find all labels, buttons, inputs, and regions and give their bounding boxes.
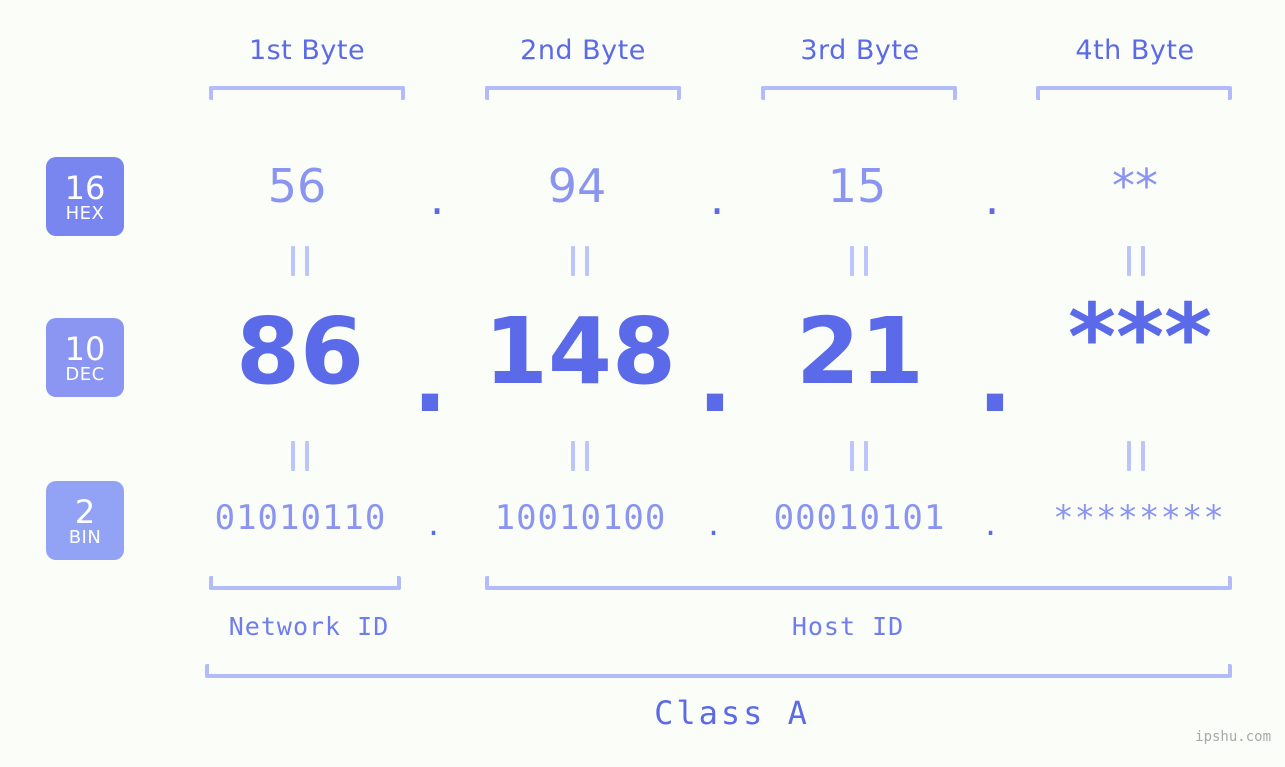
equals-mark-dec-bin-1	[291, 441, 309, 471]
dec-byte-1: 86	[235, 298, 365, 405]
dec-byte-2: 148	[483, 298, 677, 405]
class-bracket	[205, 664, 1232, 678]
byte-bracket-3	[761, 86, 957, 100]
hex-byte-1: 56	[267, 159, 327, 213]
byte-header-2: 2nd Byte	[520, 35, 646, 66]
dec-byte-4: ***	[1067, 284, 1213, 391]
equals-mark-dec-bin-3	[850, 441, 868, 471]
dec-separator-2: .	[697, 326, 733, 433]
class-label: Class A	[654, 694, 810, 732]
bin-value-row: 01010110 . 10010100 . 00010101 . *******…	[0, 497, 1285, 545]
bin-byte-3: 00010101	[773, 498, 946, 538]
bin-separator-2: .	[708, 504, 720, 544]
watermark: ipshu.com	[1195, 729, 1271, 745]
host-id-bracket	[485, 576, 1232, 590]
equals-mark-hex-dec-1	[291, 246, 309, 276]
dec-byte-3: 21	[795, 298, 925, 405]
byte-bracket-1	[209, 86, 405, 100]
bin-byte-4: ********	[1053, 498, 1225, 538]
hex-separator-3: .	[984, 171, 1000, 225]
dec-separator-3: .	[977, 326, 1013, 433]
byte-header-3: 3rd Byte	[800, 35, 920, 66]
equals-mark-dec-bin-2	[571, 441, 589, 471]
network-id-bracket	[209, 576, 401, 590]
ip-address-breakdown-diagram: 1st Byte 2nd Byte 3rd Byte 4th Byte 16 H…	[0, 0, 1285, 767]
bin-separator-3: .	[985, 504, 997, 544]
bin-byte-1: 01010110	[214, 498, 387, 538]
hex-byte-3: 15	[827, 159, 887, 213]
byte-header-1: 1st Byte	[248, 35, 366, 66]
equals-mark-hex-dec-3	[850, 246, 868, 276]
hex-byte-4: **	[1112, 159, 1158, 213]
bin-byte-2: 10010100	[494, 498, 667, 538]
dec-value-row: 86 . 148 . 21 . ***	[0, 286, 1285, 432]
byte-bracket-2	[485, 86, 681, 100]
host-id-label: Host ID	[791, 612, 905, 641]
hex-byte-2: 94	[547, 159, 607, 213]
byte-header-4: 4th Byte	[1075, 35, 1195, 66]
bin-separator-1: .	[428, 504, 440, 544]
equals-mark-hex-dec-4	[1127, 246, 1145, 276]
hex-value-row: 56 . 94 . 15 . **	[0, 158, 1285, 225]
dec-separator-1: .	[412, 326, 448, 433]
equals-mark-dec-bin-4	[1127, 441, 1145, 471]
hex-separator-1: .	[429, 171, 445, 225]
network-id-label: Network ID	[228, 612, 390, 641]
hex-separator-2: .	[709, 171, 725, 225]
byte-bracket-4	[1036, 86, 1232, 100]
equals-mark-hex-dec-2	[571, 246, 589, 276]
